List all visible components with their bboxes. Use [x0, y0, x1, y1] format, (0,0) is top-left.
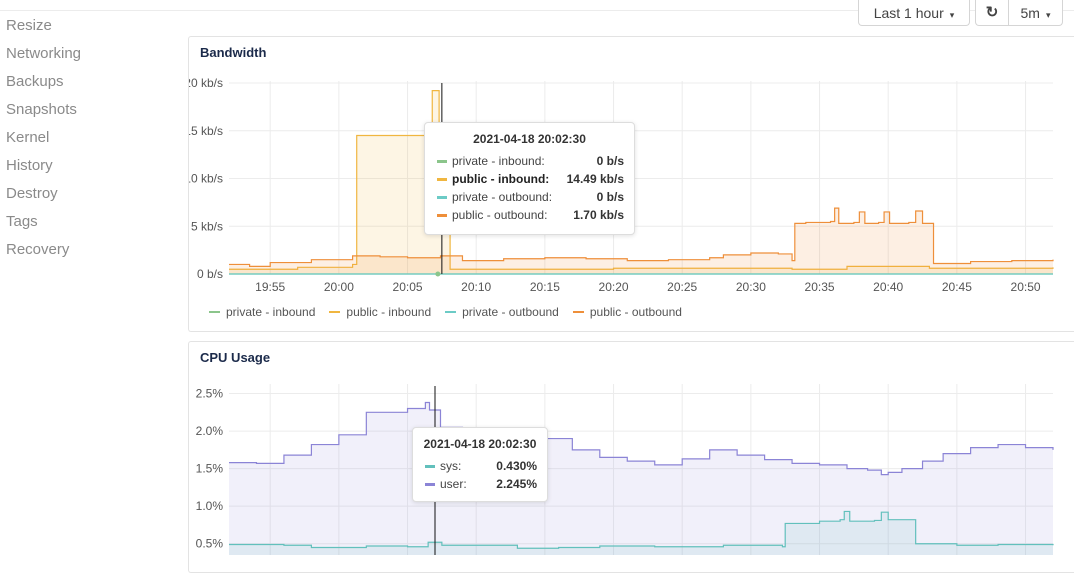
y-tick-label: 10 kb/s — [189, 172, 223, 186]
tooltip-time: 2021-04-18 20:02:30 — [473, 132, 586, 146]
sidebar-item-recovery[interactable]: Recovery — [0, 236, 180, 264]
legend-swatch — [572, 311, 584, 313]
legend-swatch — [329, 311, 341, 313]
legend-label: private - outbound — [462, 305, 559, 319]
x-tick-label: 20:20 — [599, 280, 629, 294]
sidebar-item-destroy[interactable]: Destroy — [0, 180, 180, 208]
chevron-down-icon: ▾ — [949, 10, 955, 20]
tooltip-series-name: user: — [440, 477, 467, 491]
x-tick-label: 20:25 — [667, 280, 697, 294]
tooltip-series-value: 0 b/s — [596, 190, 624, 204]
refresh-button[interactable]: ↻ — [975, 0, 1009, 26]
x-tick-label: 20:50 — [1011, 280, 1041, 294]
tooltip-series-value: 1.70 kb/s — [573, 208, 624, 222]
x-tick-label: 20:40 — [873, 280, 903, 294]
x-tick-label: 20:15 — [530, 280, 560, 294]
y-tick-label: 2.5% — [196, 387, 224, 401]
tooltip-row: public - inbound: 14.49 kb/s — [425, 170, 634, 188]
legend-label: public - outbound — [589, 305, 682, 319]
time-range-value: Last 1 hour — [873, 5, 944, 21]
y-tick-label: 1.5% — [196, 462, 224, 476]
sidebar: Resize Networking Backups Snapshots Kern… — [0, 12, 180, 264]
tooltip-series-name: public - inbound: — [452, 172, 550, 186]
tooltip-series-value: 2.245% — [496, 477, 537, 491]
tooltip-series-name: private - inbound: — [452, 154, 545, 168]
x-tick-label: 20:30 — [736, 280, 766, 294]
cpu-panel: CPU Usage 0.5% 1.0% 1.5% 2.0% 2.5% 2021-04-1… — [188, 341, 1074, 573]
sidebar-item-backups[interactable]: Backups — [0, 68, 180, 96]
legend-item-private-outbound[interactable]: private - outbound — [445, 305, 559, 319]
refresh-interval-select[interactable]: 5m ▾ — [1009, 0, 1063, 26]
refresh-interval-value: 5m — [1020, 5, 1040, 21]
legend-swatch — [437, 213, 447, 217]
sidebar-item-snapshots[interactable]: Snapshots — [0, 96, 180, 124]
bandwidth-tooltip: 2021-04-18 20:02:30 private - inbound: 0… — [424, 122, 635, 235]
y-tick-label: 2.0% — [196, 424, 224, 438]
series-area — [229, 208, 1053, 274]
x-tick-label: 19:55 — [255, 280, 285, 294]
tooltip-series-name: private - outbound: — [452, 190, 553, 204]
tooltip-series-value: 14.49 kb/s — [566, 172, 624, 186]
legend-item-public-outbound[interactable]: public - outbound — [572, 305, 682, 319]
cpu-tooltip: 2021-04-18 20:02:30 sys: 0.430% user: 2.… — [412, 427, 548, 502]
y-tick-label: 0.5% — [196, 537, 224, 551]
legend-item-public-inbound[interactable]: public - inbound — [329, 305, 431, 319]
sidebar-item-resize[interactable]: Resize — [0, 12, 180, 40]
legend-swatch — [209, 311, 220, 313]
refresh-icon: ↻ — [985, 4, 999, 21]
y-tick-label: 0 b/s — [197, 267, 223, 281]
y-tick-label: 15 kb/s — [189, 124, 223, 138]
y-tick-label: 5 kb/s — [191, 219, 223, 233]
tooltip-row: private - inbound: 0 b/s — [425, 152, 634, 170]
legend-label: public - inbound — [346, 305, 432, 319]
x-tick-label: 20:45 — [942, 280, 972, 294]
tooltip-time: 2021-04-18 20:02:30 — [423, 437, 537, 451]
cursor-point — [435, 271, 441, 277]
tooltip-series-name: sys: — [440, 459, 462, 473]
sidebar-item-history[interactable]: History — [0, 152, 180, 180]
bandwidth-panel: Bandwidth 0 b/s5 kb/s10 kb/s15 kb/s20 kb… — [188, 36, 1074, 332]
chevron-down-icon: ▾ — [1045, 10, 1051, 20]
sidebar-item-kernel[interactable]: Kernel — [0, 124, 180, 152]
x-tick-label: 20:10 — [461, 280, 491, 294]
legend-swatch — [445, 311, 457, 313]
tooltip-row: user: 2.245% — [413, 475, 547, 493]
tooltip-series-value: 0 b/s — [596, 154, 624, 168]
x-tick-label: 20:00 — [324, 280, 354, 294]
time-range-select[interactable]: Last 1 hour ▾ — [858, 0, 970, 26]
legend-item-private-inbound[interactable]: private - inbound — [209, 305, 315, 319]
tooltip-series-name: public - outbound: — [452, 208, 548, 222]
legend-swatch — [437, 159, 447, 163]
y-tick-label: 20 kb/s — [189, 76, 223, 90]
legend-swatch — [437, 195, 447, 199]
sidebar-item-networking[interactable]: Networking — [0, 40, 180, 68]
legend-swatch — [425, 464, 435, 468]
bandwidth-legend: private - inbound public - inbound priva… — [209, 305, 696, 319]
legend-swatch — [437, 177, 447, 181]
tooltip-series-value: 0.430% — [496, 459, 537, 473]
y-tick-label: 1.0% — [196, 499, 224, 513]
x-tick-label: 20:35 — [805, 280, 835, 294]
cpu-chart[interactable]: 0.5% 1.0% 1.5% 2.0% 2.5% — [189, 342, 1074, 555]
x-tick-label: 20:05 — [393, 280, 423, 294]
tooltip-row: sys: 0.430% — [413, 457, 547, 475]
tooltip-row: public - outbound: 1.70 kb/s — [425, 206, 634, 224]
series-area — [229, 402, 1053, 555]
legend-label: private - inbound — [226, 305, 316, 319]
sidebar-item-tags[interactable]: Tags — [0, 208, 180, 236]
tooltip-row: private - outbound: 0 b/s — [425, 188, 634, 206]
legend-swatch — [425, 482, 435, 486]
